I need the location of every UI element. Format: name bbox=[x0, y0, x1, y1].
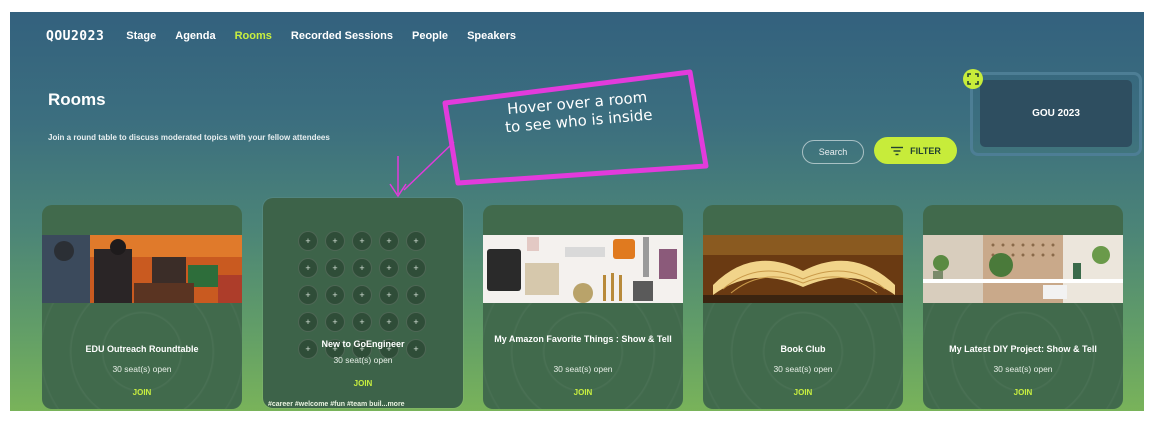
filter-button[interactable]: FILTER bbox=[874, 137, 957, 164]
expand-icon[interactable] bbox=[963, 69, 983, 89]
seat-plus-icon[interactable]: + bbox=[379, 231, 399, 251]
join-button[interactable]: JOIN bbox=[263, 379, 463, 388]
seat-plus-icon[interactable]: + bbox=[298, 231, 318, 251]
expand-arrows-icon bbox=[967, 73, 979, 85]
rooms-page: QOU2023 Stage Agenda Rooms Recorded Sess… bbox=[10, 12, 1144, 411]
seat-plus-icon[interactable]: + bbox=[406, 258, 426, 278]
seat-plus-icon[interactable]: + bbox=[379, 312, 399, 332]
nav-item-stage[interactable]: Stage bbox=[126, 30, 156, 42]
room-image bbox=[703, 235, 903, 303]
room-tags[interactable]: #career #welcome #fun #team buil...more bbox=[268, 401, 405, 408]
seat-plus-icon[interactable]: + bbox=[352, 312, 372, 332]
seat-plus-icon[interactable]: + bbox=[352, 231, 372, 251]
seat-plus-icon[interactable]: + bbox=[406, 285, 426, 305]
join-button[interactable]: JOIN bbox=[703, 388, 903, 397]
nav-item-speakers[interactable]: Speakers bbox=[467, 30, 516, 42]
room-title: New to GoEngineer bbox=[321, 339, 405, 349]
room-seats: 30 seat(s) open bbox=[333, 355, 393, 365]
filter-label: FILTER bbox=[910, 145, 941, 156]
room-card[interactable]: My Latest DIY Project: Show & Tell 30 se… bbox=[923, 205, 1123, 409]
seat-plus-icon[interactable]: + bbox=[352, 258, 372, 278]
nav-item-people[interactable]: People bbox=[412, 30, 448, 42]
search-button[interactable]: Search bbox=[802, 140, 864, 164]
room-title: My Amazon Favorite Things : Show & Tell bbox=[494, 334, 672, 344]
seat-plus-icon[interactable]: + bbox=[325, 312, 345, 332]
filter-icon bbox=[891, 146, 904, 155]
nav-item-recorded-sessions[interactable]: Recorded Sessions bbox=[291, 30, 393, 42]
nav-item-rooms[interactable]: Rooms bbox=[235, 30, 272, 42]
room-seats: 30 seat(s) open bbox=[553, 364, 613, 374]
seat-plus-icon[interactable]: + bbox=[379, 258, 399, 278]
mini-stream-video: GOU 2023 bbox=[980, 80, 1132, 147]
seat-plus-icon[interactable]: + bbox=[298, 312, 318, 332]
nav-item-agenda[interactable]: Agenda bbox=[175, 30, 215, 42]
room-image bbox=[42, 235, 242, 303]
room-title: Book Club bbox=[780, 344, 826, 354]
room-image bbox=[923, 235, 1123, 303]
mini-stream-panel[interactable]: GOU 2023 bbox=[970, 72, 1142, 156]
room-seats: 30 seat(s) open bbox=[112, 364, 172, 374]
page-title: Rooms bbox=[48, 90, 106, 109]
seat-plus-icon[interactable]: + bbox=[325, 285, 345, 305]
room-title: EDU Outreach Roundtable bbox=[85, 344, 199, 354]
seat-plus-icon[interactable]: + bbox=[298, 258, 318, 278]
join-button[interactable]: JOIN bbox=[42, 388, 242, 397]
event-logo[interactable]: QOU2023 bbox=[46, 29, 104, 44]
join-button[interactable]: JOIN bbox=[923, 388, 1123, 397]
room-seats: 30 seat(s) open bbox=[773, 364, 833, 374]
room-card-hovered[interactable]: + + + + + + + + + + + + + + + + + + + + … bbox=[263, 198, 463, 408]
room-card[interactable]: My Amazon Favorite Things : Show & Tell … bbox=[483, 205, 683, 409]
seat-plus-icon[interactable]: + bbox=[325, 231, 345, 251]
seat-plus-icon[interactable]: + bbox=[379, 285, 399, 305]
room-image bbox=[483, 235, 683, 303]
room-seats: 30 seat(s) open bbox=[993, 364, 1053, 374]
seat-plus-icon[interactable]: + bbox=[406, 312, 426, 332]
mini-stream-label: GOU 2023 bbox=[1032, 108, 1080, 119]
room-title: My Latest DIY Project: Show & Tell bbox=[949, 344, 1097, 354]
page-subtitle: Join a round table to discuss moderated … bbox=[48, 133, 330, 142]
search-label: Search bbox=[818, 147, 848, 157]
top-nav: QOU2023 Stage Agenda Rooms Recorded Sess… bbox=[46, 26, 535, 46]
join-button[interactable]: JOIN bbox=[483, 388, 683, 397]
seat-plus-icon[interactable]: + bbox=[298, 285, 318, 305]
room-card[interactable]: Book Club 30 seat(s) open JOIN bbox=[703, 205, 903, 409]
seat-plus-icon[interactable]: + bbox=[406, 231, 426, 251]
room-card[interactable]: EDU Outreach Roundtable 30 seat(s) open … bbox=[42, 205, 242, 409]
seat-plus-icon[interactable]: + bbox=[325, 258, 345, 278]
seat-plus-icon[interactable]: + bbox=[352, 285, 372, 305]
